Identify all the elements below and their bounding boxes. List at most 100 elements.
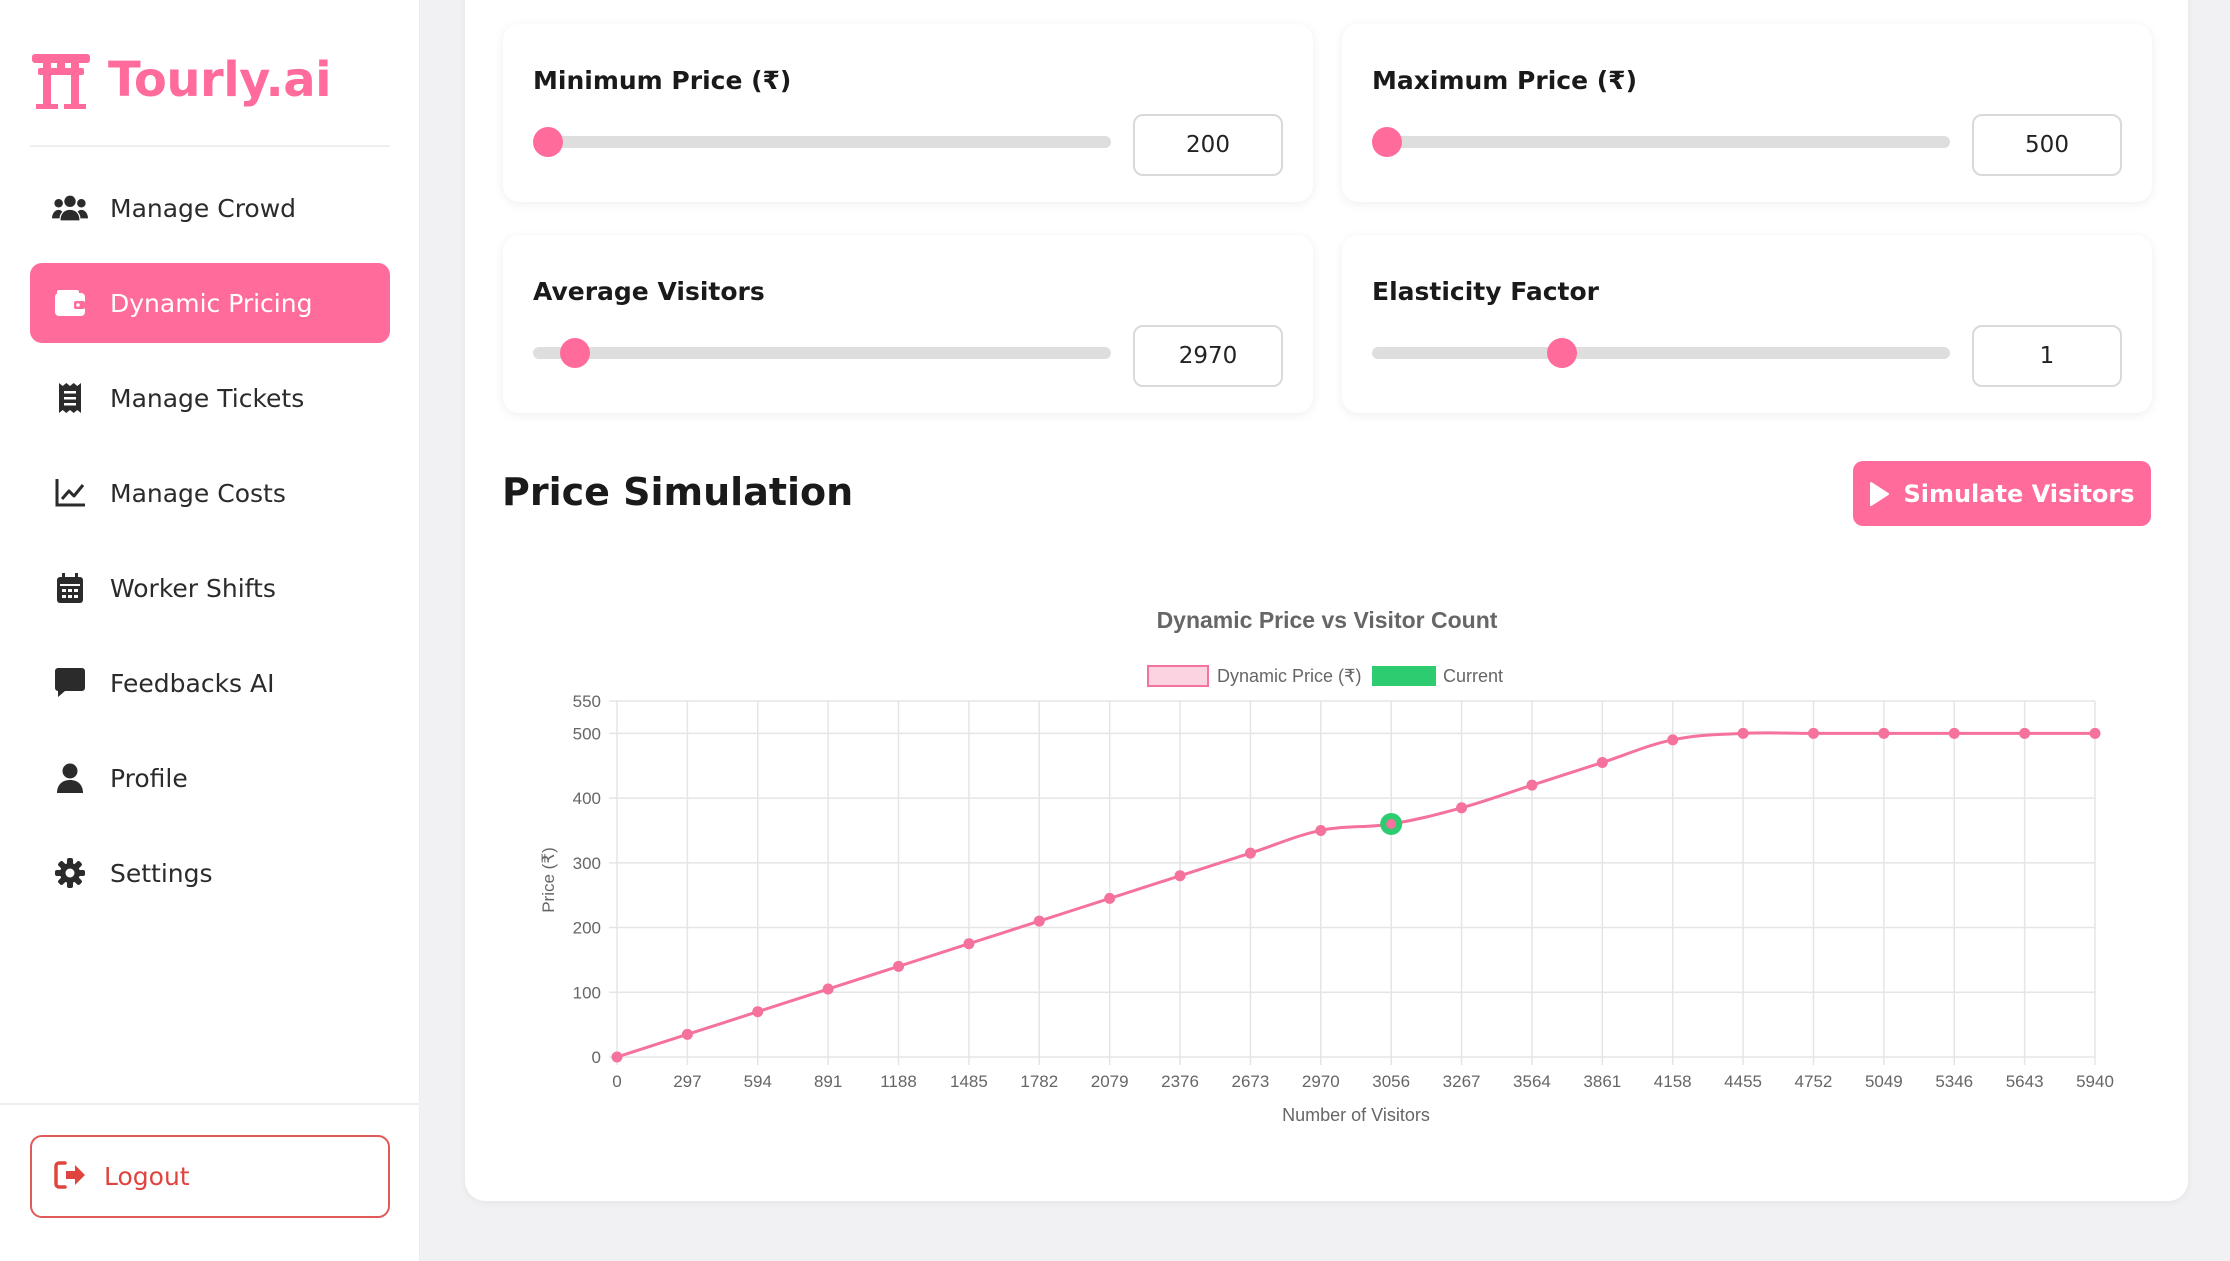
min-price-card: Minimum Price (₹) 200: [503, 24, 1313, 202]
x-tick-label: 4752: [1795, 1072, 1833, 1091]
sidebar-item-label: Settings: [110, 858, 213, 888]
y-tick-label: 100: [573, 983, 601, 1002]
avg-visitors-label: Average Visitors: [533, 277, 765, 306]
sidebar-item-label: Worker Shifts: [110, 573, 276, 603]
calendar-icon: [52, 570, 88, 606]
sidebar-nav: Manage Crowd Dynamic Pricing Manage Tick…: [30, 168, 390, 928]
x-tick-label: 5346: [1935, 1072, 1973, 1091]
elasticity-slider[interactable]: [1372, 338, 1950, 368]
brand-name: Tourly.ai: [108, 52, 332, 108]
data-point: [893, 960, 905, 972]
dynamic-price-points: [611, 727, 2101, 1063]
x-tick-label: 1782: [1020, 1072, 1058, 1091]
avg-visitors-slider-thumb[interactable]: [560, 338, 591, 368]
logout-icon: [54, 1160, 86, 1193]
user-icon: [52, 760, 88, 796]
data-point: [1456, 802, 1468, 814]
sidebar-item-label: Manage Tickets: [110, 383, 305, 413]
x-tick-label: 297: [673, 1072, 701, 1091]
data-point: [1737, 727, 1749, 739]
elasticity-input[interactable]: 1: [1972, 325, 2122, 387]
max-price-slider-thumb[interactable]: [1372, 127, 1402, 157]
avg-visitors-card: Average Visitors 2970: [503, 235, 1313, 413]
users-icon: [52, 190, 88, 226]
data-point: [611, 1051, 623, 1063]
max-price-input[interactable]: 500: [1972, 114, 2122, 176]
x-tick-label: 3267: [1443, 1072, 1481, 1091]
data-point: [1104, 892, 1116, 904]
elasticity-card: Elasticity Factor 1: [1342, 235, 2152, 413]
divider: [0, 1103, 420, 1105]
brand-logo[interactable]: Tourly.ai: [30, 48, 332, 112]
data-point: [1315, 824, 1327, 836]
chart-title: Dynamic Price vs Visitor Count: [1157, 607, 1498, 633]
x-tick-label: 1188: [880, 1072, 917, 1091]
current-point-center: [1386, 818, 1397, 829]
sidebar-item-manage-crowd[interactable]: Manage Crowd: [30, 168, 390, 248]
legend-label-dynamic-price: Dynamic Price (₹): [1217, 666, 1361, 686]
sidebar-item-manage-tickets[interactable]: Manage Tickets: [30, 358, 390, 438]
sidebar-item-worker-shifts[interactable]: Worker Shifts: [30, 548, 390, 628]
x-tick-label: 1485: [950, 1072, 988, 1091]
chart-line-icon: [52, 475, 88, 511]
x-tick-label: 891: [814, 1072, 842, 1091]
min-price-slider-thumb[interactable]: [533, 127, 563, 157]
elasticity-label: Elasticity Factor: [1372, 277, 1600, 306]
legend-label-current: Current: [1443, 666, 1503, 686]
x-tick-label: 4158: [1654, 1072, 1692, 1091]
simulate-visitors-button[interactable]: Simulate Visitors: [1853, 461, 2151, 526]
x-axis-label: Number of Visitors: [1282, 1105, 1430, 1125]
elasticity-slider-thumb[interactable]: [1547, 338, 1578, 368]
simulate-visitors-label: Simulate Visitors: [1903, 479, 2135, 508]
x-tick-label: 2970: [1302, 1072, 1340, 1091]
max-price-label: Maximum Price (₹): [1372, 66, 1637, 95]
sidebar-item-profile[interactable]: Profile: [30, 738, 390, 818]
max-price-card: Maximum Price (₹) 500: [1342, 24, 2152, 202]
max-price-slider[interactable]: [1372, 127, 1950, 157]
sidebar-item-label: Profile: [110, 763, 188, 793]
x-tick-label: 5049: [1865, 1072, 1903, 1091]
sidebar-item-label: Dynamic Pricing: [110, 288, 313, 318]
data-point: [1033, 915, 1045, 927]
sidebar-item-dynamic-pricing[interactable]: Dynamic Pricing: [30, 263, 390, 343]
y-tick-label: 400: [573, 789, 601, 808]
y-tick-label: 550: [573, 692, 601, 711]
comment-icon: [52, 665, 88, 701]
legend-swatch-current: [1372, 666, 1436, 686]
x-tick-label: 3861: [1583, 1072, 1621, 1091]
avg-visitors-slider[interactable]: [533, 338, 1111, 368]
x-tick-label: 3056: [1372, 1072, 1410, 1091]
logout-button[interactable]: Logout: [30, 1135, 390, 1218]
x-tick-label: 594: [744, 1072, 772, 1091]
current-point-group: [1380, 812, 1403, 835]
x-tick-label: 2673: [1232, 1072, 1270, 1091]
data-point: [1174, 870, 1186, 882]
price-simulation-title: Price Simulation: [502, 470, 854, 514]
x-tick-label: 3564: [1513, 1072, 1551, 1091]
avg-visitors-input[interactable]: 2970: [1133, 325, 1283, 387]
y-tick-label: 200: [573, 919, 601, 938]
y-axis-ticks: 0 100 200 300 400 500 550: [573, 692, 601, 1067]
x-tick-label: 5643: [2006, 1072, 2044, 1091]
data-point: [2089, 727, 2101, 739]
sidebar-item-settings[interactable]: Settings: [30, 833, 390, 913]
gear-icon: [52, 855, 88, 891]
x-axis-ticks: 0 297 594 891 1188 1485 1782 2079 2376 2673 2970 30…: [612, 1072, 2114, 1091]
chart-grid: [609, 700, 2096, 1065]
sidebar-item-feedbacks-ai[interactable]: Feedbacks AI: [30, 643, 390, 723]
x-tick-label: 4455: [1724, 1072, 1762, 1091]
dynamic-price-line: [616, 731, 2095, 1059]
y-tick-label: 300: [573, 854, 601, 873]
x-tick-label: 2376: [1161, 1072, 1199, 1091]
play-icon: [1870, 481, 1890, 506]
sidebar-item-label: Manage Crowd: [110, 193, 297, 223]
price-chart: Dynamic Price vs Visitor Count Dynamic P…: [539, 607, 2114, 1125]
data-point: [1878, 727, 1890, 739]
legend-swatch-dynamic-price: [1147, 665, 1209, 687]
divider: [30, 145, 390, 147]
sidebar-item-manage-costs[interactable]: Manage Costs: [30, 453, 390, 533]
min-price-slider[interactable]: [533, 127, 1111, 157]
data-point: [681, 1028, 693, 1040]
data-point: [963, 938, 975, 950]
min-price-input[interactable]: 200: [1133, 114, 1283, 176]
